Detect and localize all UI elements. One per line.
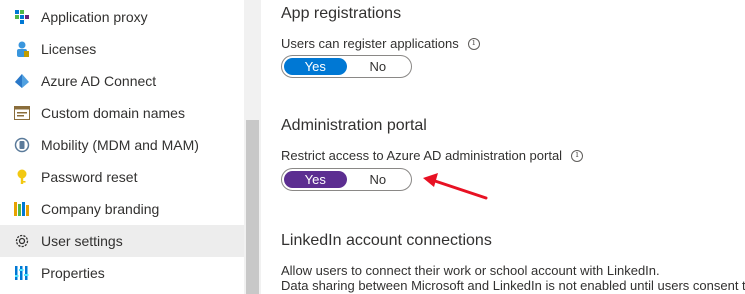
licenses-icon <box>14 41 30 57</box>
sidebar-item-label: Password reset <box>41 169 138 185</box>
key-icon <box>14 169 30 185</box>
sidebar-item-label: Application proxy <box>41 9 148 25</box>
sidebar-item-properties[interactable]: Properties <box>0 257 244 289</box>
administration-portal-heading: Administration portal <box>281 117 427 134</box>
settings-content: App registrations Users can register app… <box>261 0 745 294</box>
sidebar-item-label: Azure AD Connect <box>41 73 157 89</box>
sidebar-item-label: Properties <box>41 265 105 281</box>
company-branding-icon <box>14 201 30 217</box>
administration-portal-no-option[interactable]: No <box>347 171 410 188</box>
sidebar-item-label: Company branding <box>41 201 160 217</box>
sidebar-item-mobility[interactable]: Mobility (MDM and MAM) <box>0 129 244 161</box>
properties-icon <box>14 265 30 281</box>
sidebar-item-label: Custom domain names <box>41 105 185 121</box>
app-registrations-heading: App registrations <box>281 5 402 22</box>
administration-portal-label: Restrict access to Azure AD administrati… <box>281 148 584 163</box>
sidebar-item-custom-domain-names[interactable]: Custom domain names <box>0 97 244 129</box>
info-icon[interactable]: i <box>571 149 584 162</box>
administration-portal-yes-option[interactable]: Yes <box>284 171 347 188</box>
custom-domain-icon <box>14 105 30 121</box>
mobility-icon <box>14 137 30 153</box>
sidebar-item-label: Mobility (MDM and MAM) <box>41 137 199 153</box>
azure-ad-connect-icon <box>14 73 30 89</box>
sidebar-item-label: Licenses <box>41 41 97 57</box>
annotation-arrow-icon <box>423 173 488 200</box>
application-proxy-icon <box>14 9 30 25</box>
app-registrations-label-text: Users can register applications <box>281 36 459 51</box>
linkedin-heading: LinkedIn account connections <box>281 232 492 249</box>
linkedin-description-line1: Allow users to connect their work or sch… <box>281 263 660 278</box>
sidebar-scrollbar-thumb[interactable] <box>246 120 259 294</box>
sidebar-item-company-branding[interactable]: Company branding <box>0 193 244 225</box>
app-registrations-label: Users can register applications i <box>281 36 480 51</box>
administration-portal-label-text: Restrict access to Azure AD administrati… <box>281 148 563 163</box>
sidebar-nav: Application proxy Licenses Azure AD Conn… <box>0 0 244 294</box>
gear-icon <box>14 233 30 249</box>
sidebar-item-password-reset[interactable]: Password reset <box>0 161 244 193</box>
app-registrations-toggle[interactable]: Yes No <box>281 55 412 78</box>
sidebar-item-label: User settings <box>41 233 123 249</box>
info-icon[interactable]: i <box>467 37 480 50</box>
sidebar-item-azure-ad-connect[interactable]: Azure AD Connect <box>0 65 244 97</box>
sidebar-item-user-settings[interactable]: User settings <box>0 225 244 257</box>
linkedin-description-line2: Data sharing between Microsoft and Linke… <box>281 278 745 293</box>
sidebar-item-licenses[interactable]: Licenses <box>0 33 244 65</box>
app-registrations-yes-option[interactable]: Yes <box>284 58 347 75</box>
administration-portal-toggle[interactable]: Yes No <box>281 168 412 191</box>
app-registrations-no-option[interactable]: No <box>347 58 410 75</box>
sidebar-item-application-proxy[interactable]: Application proxy <box>0 1 244 33</box>
